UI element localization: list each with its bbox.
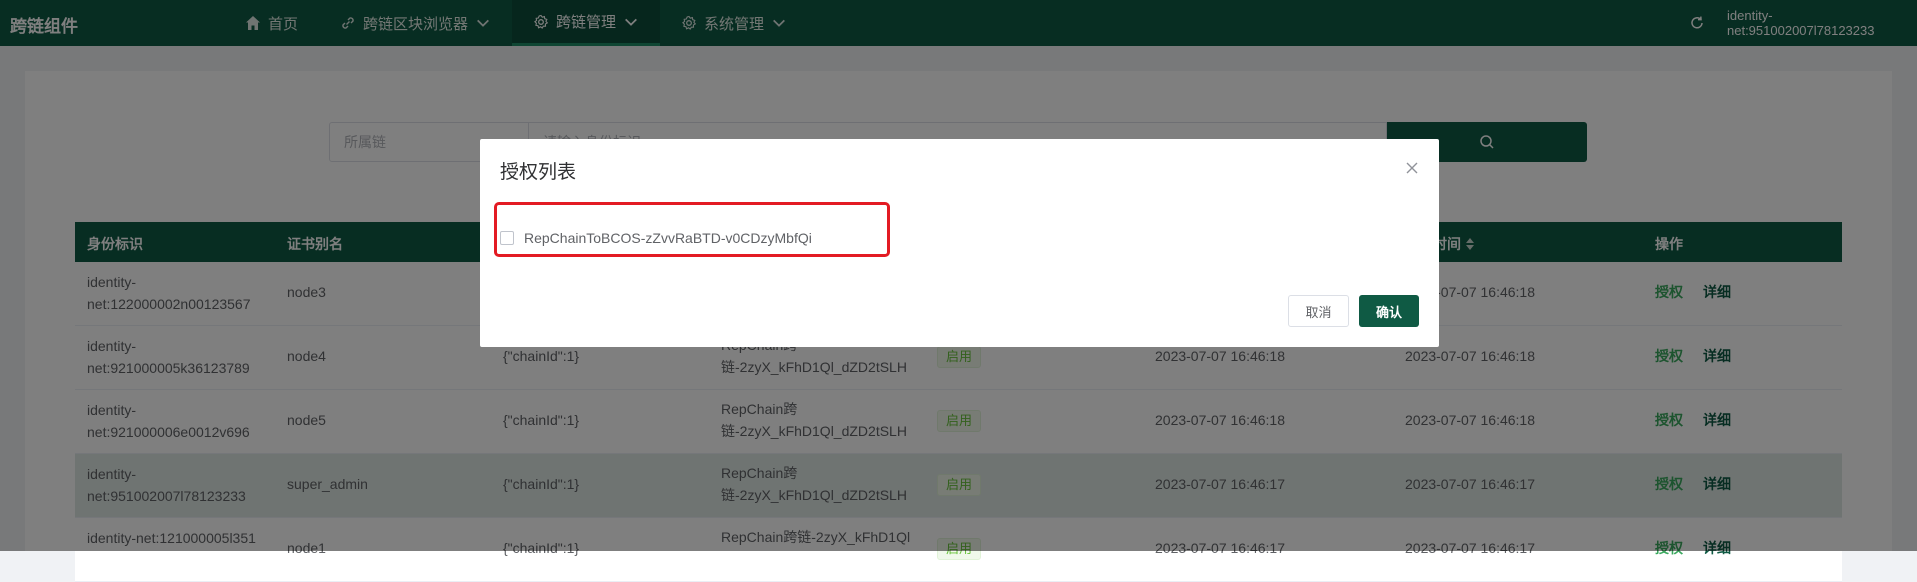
authorization-option[interactable]: RepChainToBCOS-zZvvRaBTD-v0CDzyMbfQi <box>500 230 812 246</box>
authorization-dialog: 授权列表 RepChainToBCOS-zZvvRaBTD-v0CDzyMbfQ… <box>480 139 1439 347</box>
close-icon[interactable] <box>1405 161 1419 175</box>
option-checkbox[interactable] <box>500 231 514 245</box>
dialog-title: 授权列表 <box>500 162 577 183</box>
option-label: RepChainToBCOS-zZvvRaBTD-v0CDzyMbfQi <box>524 230 812 246</box>
cancel-button[interactable]: 取消 <box>1288 295 1349 327</box>
confirm-button[interactable]: 确认 <box>1359 295 1419 327</box>
